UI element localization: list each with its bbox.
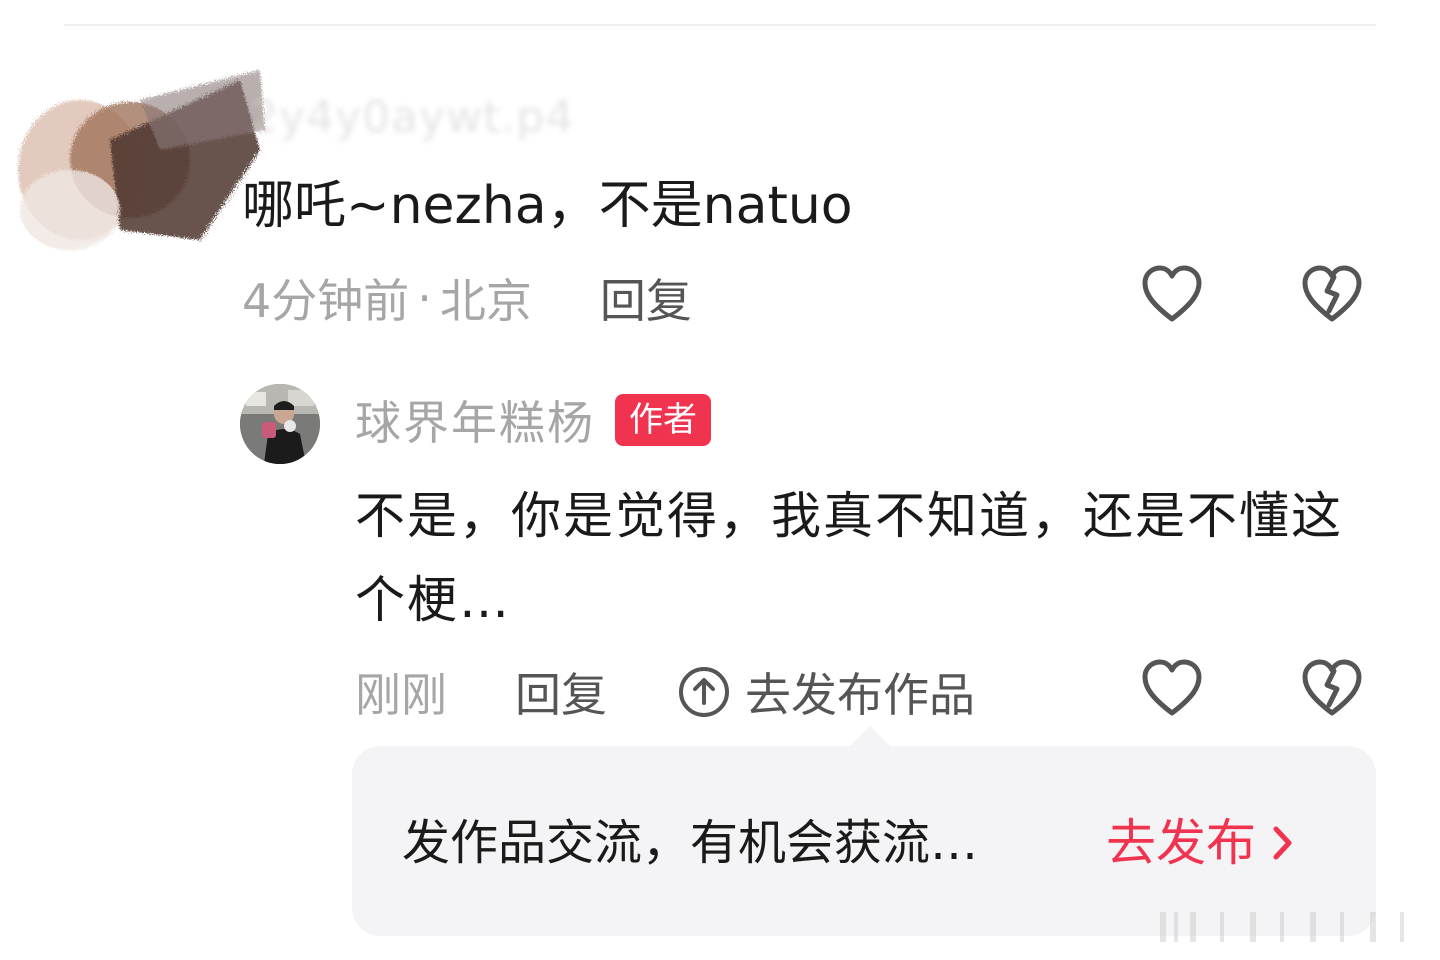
commenter-name-obscured[interactable]: 2y4y0aywt.p4	[250, 92, 574, 143]
author-avatar[interactable]	[240, 384, 320, 464]
arrow-up-circle-icon	[677, 665, 731, 719]
chevron-right-icon	[1272, 825, 1294, 861]
reply-dislike-button[interactable]	[1300, 658, 1364, 722]
heart-outline-icon	[1141, 659, 1203, 721]
author-name[interactable]: 球界年糕杨	[355, 387, 595, 453]
tooltip-text: 发作品交流，有机会获流…	[402, 815, 979, 871]
publish-work-label: 去发布作品	[745, 668, 975, 722]
dislike-button[interactable]	[1300, 264, 1364, 328]
author-reply-meta: 刚刚 回复 去发布作品	[355, 660, 975, 724]
author-badge: 作者	[615, 394, 711, 446]
comment-location: 北京	[439, 274, 532, 328]
author-reply-button[interactable]: 回复	[515, 659, 607, 725]
commenter-avatar-obscured[interactable]	[10, 40, 270, 260]
comment-time: 4分钟前	[242, 274, 410, 328]
divider	[64, 24, 1376, 26]
broken-heart-icon	[1301, 659, 1363, 721]
reply-time: 刚刚	[355, 668, 447, 722]
comment-thread: 2y4y0aywt.p4 哪吒~nezha，不是natuo 4分钟前 · 北京 …	[0, 0, 1440, 960]
publish-work-button[interactable]: 去发布作品	[677, 659, 975, 725]
meta-separator: ·	[417, 271, 432, 325]
comment-text: 哪吒~nezha，不是natuo	[242, 176, 853, 236]
author-reply-text: 不是，你是觉得，我真不知道，还是不懂这个梗…	[355, 487, 1343, 629]
author-header: 球界年糕杨 作者	[355, 388, 711, 452]
comment-meta: 4分钟前 · 北京 回复	[242, 268, 692, 328]
like-button[interactable]	[1140, 264, 1204, 328]
heart-outline-icon	[1141, 265, 1203, 327]
tooltip-publish-label: 去发布	[1106, 814, 1256, 872]
reply-button[interactable]: 回复	[600, 265, 692, 331]
reply-like-button[interactable]	[1140, 658, 1204, 722]
broken-heart-icon	[1301, 265, 1363, 327]
watermark-ghost	[1150, 906, 1420, 946]
tooltip-arrow	[848, 726, 892, 748]
tooltip-publish-button[interactable]: 去发布	[1106, 808, 1294, 878]
